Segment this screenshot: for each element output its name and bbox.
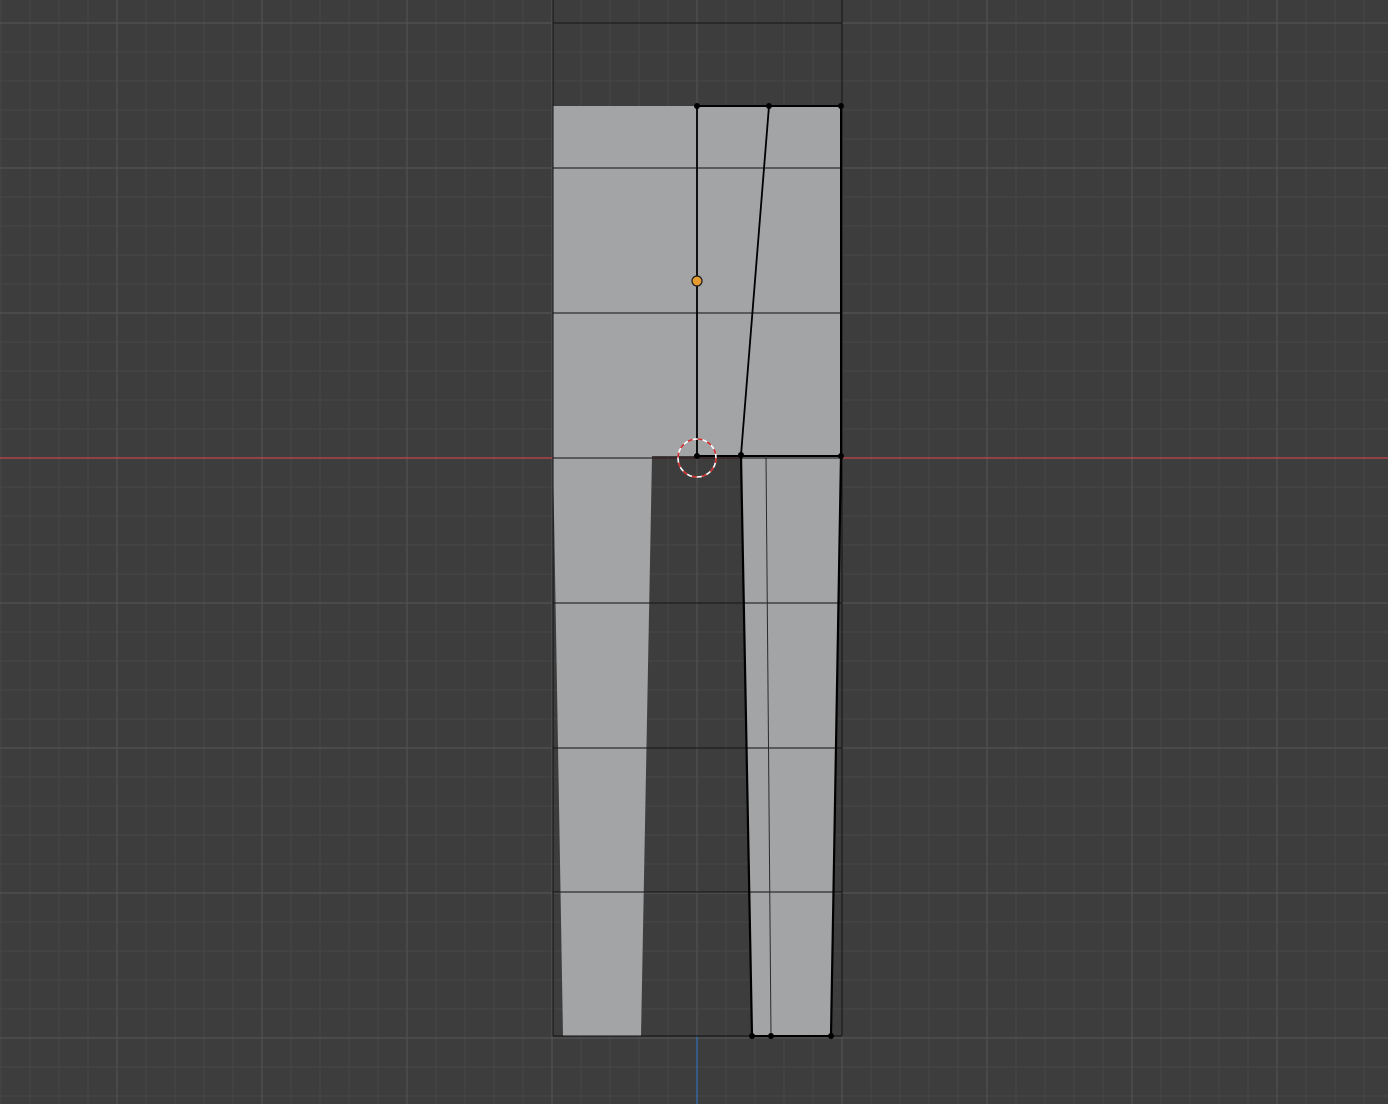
vertex[interactable]: [738, 452, 744, 458]
mesh-face-right-leg[interactable]: [741, 456, 841, 1036]
vertex[interactable]: [749, 1033, 755, 1039]
vertex[interactable]: [838, 453, 844, 459]
vertex[interactable]: [694, 103, 700, 109]
vertex[interactable]: [828, 1033, 834, 1039]
vertex[interactable]: [766, 103, 772, 109]
vertex[interactable]: [694, 453, 700, 459]
mesh-object[interactable]: [552, 0, 844, 1039]
mesh-face-left-leg[interactable]: [553, 456, 652, 1036]
3d-viewport[interactable]: [0, 0, 1388, 1104]
viewport-canvas[interactable]: [0, 0, 1388, 1104]
vertex[interactable]: [838, 103, 844, 109]
object-origin-icon[interactable]: [691, 275, 703, 287]
vertex[interactable]: [768, 1033, 774, 1039]
